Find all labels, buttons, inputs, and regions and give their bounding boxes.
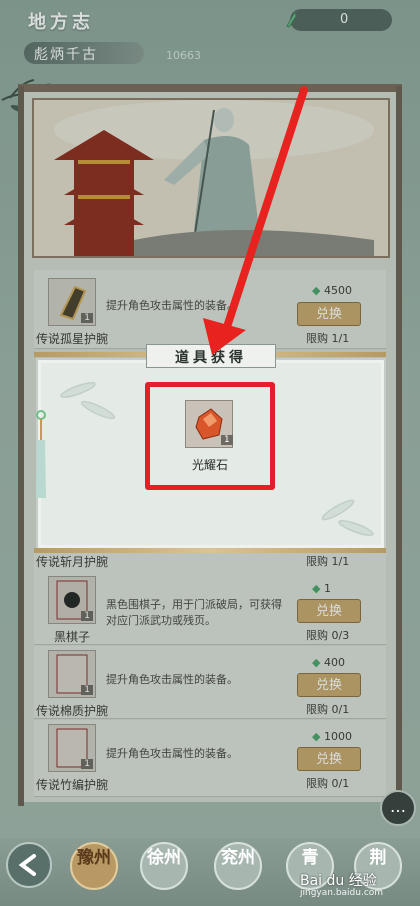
tab-yuzhou[interactable]: 豫州 (70, 842, 118, 890)
tassel-icon (34, 410, 48, 500)
highlight-box (145, 382, 275, 490)
chat-icon[interactable]: … (380, 790, 416, 826)
back-button[interactable] (6, 842, 52, 888)
dialog-title: 道具获得 (175, 350, 247, 366)
dialog-bottom-rod (34, 548, 386, 553)
tab-yanzhou[interactable]: 兖州 (214, 842, 262, 890)
tab-xuzhou[interactable]: 徐州 (140, 842, 188, 890)
watermark-brand: Bai du 经验 (300, 873, 377, 889)
watermark-url: jingyan.baidu.com (300, 888, 384, 898)
